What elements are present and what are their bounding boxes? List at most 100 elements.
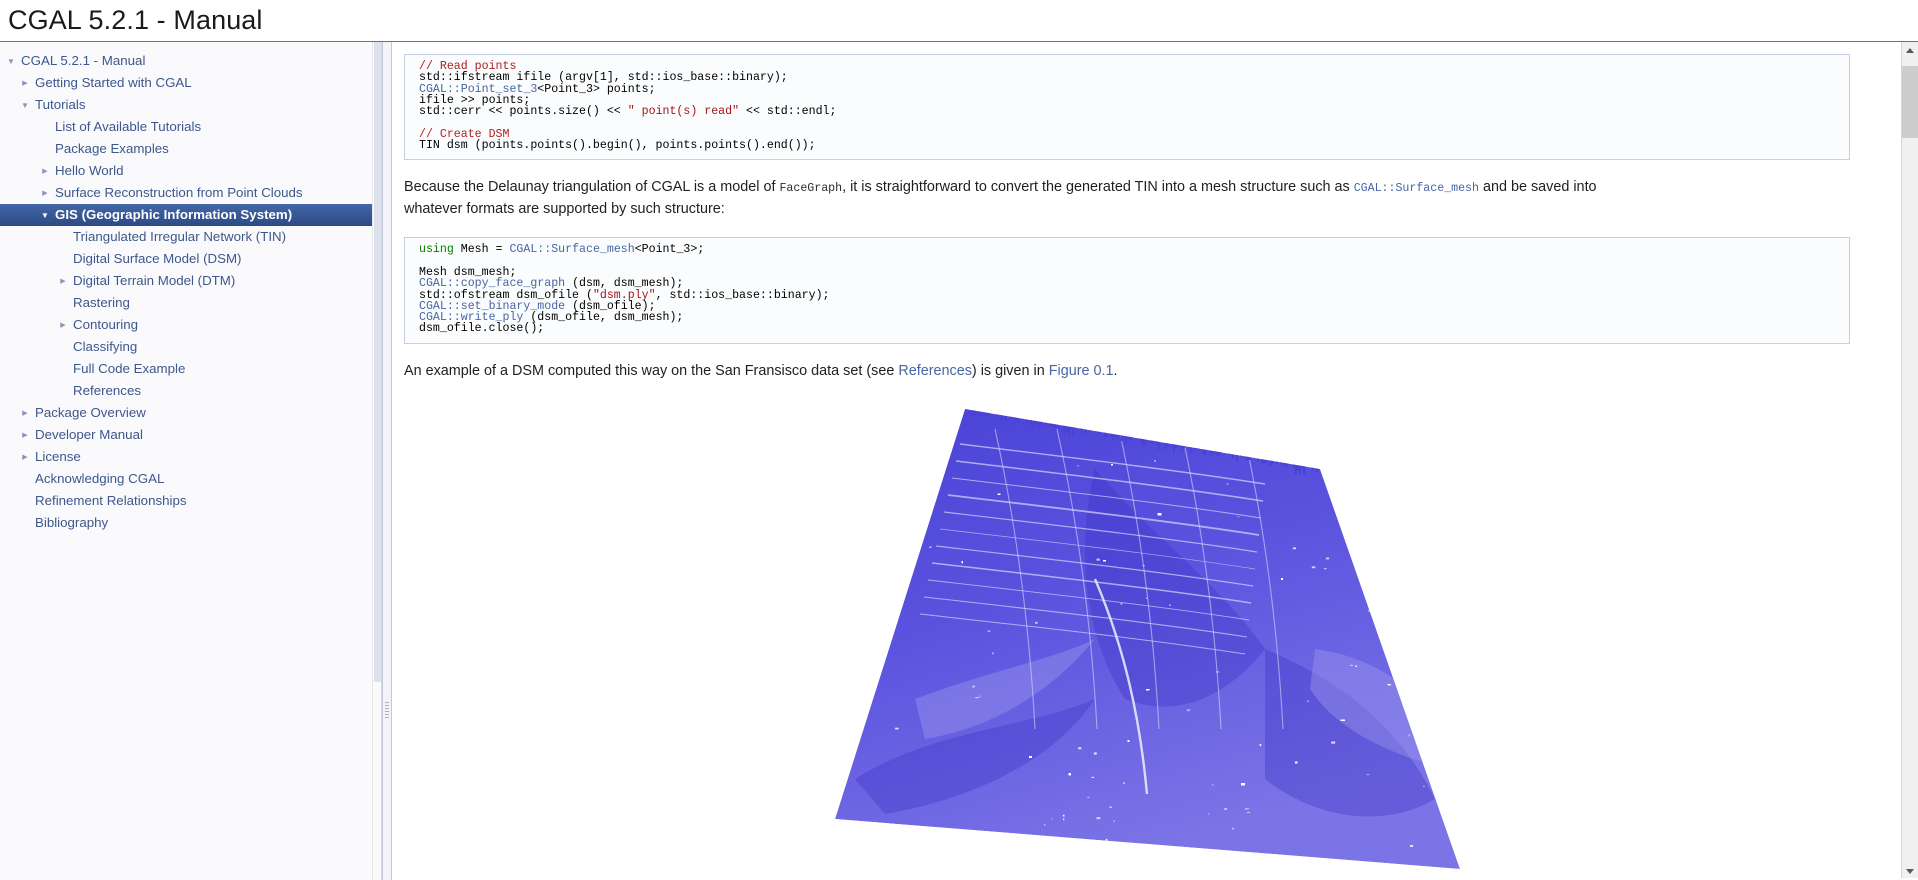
- page-title: CGAL 5.2.1 - Manual: [8, 5, 263, 35]
- sidebar-item-digital-terrain-model-dtm[interactable]: Digital Terrain Model (DTM): [0, 269, 381, 293]
- sidebar-item-cgal-5-2-1-manual[interactable]: CGAL 5.2.1 - Manual: [0, 50, 381, 73]
- paragraph-2-text-part2: ) is given in: [971, 362, 1049, 379]
- sidebar-item-label: Full Code Example: [73, 361, 186, 376]
- sidebar-item-list-of-available-tutorials[interactable]: List of Available Tutorials: [0, 116, 381, 138]
- sidebar-item-label: Bibliography: [35, 515, 109, 530]
- code-token: <Point_3> points;: [537, 82, 656, 96]
- chevron-right-icon[interactable]: [18, 401, 32, 425]
- sidebar-item-rastering[interactable]: Rastering: [0, 292, 381, 314]
- code-line: CGAL::write_ply (dsm_ofile, dsm_mesh);: [419, 311, 1839, 325]
- paragraph-1-text-part2: , it is straightforward to convert the g…: [842, 179, 1354, 196]
- sidebar-item-label: GIS (Geographic Information System): [55, 207, 293, 222]
- paragraph-2-text-part3: .: [1113, 362, 1118, 379]
- code-token: <Point_3>;: [634, 243, 705, 257]
- sidebar-item-classifying[interactable]: Classifying: [0, 336, 381, 358]
- sidebar-item-bibliography[interactable]: Bibliography: [0, 512, 381, 534]
- chevron-right-icon[interactable]: [18, 423, 32, 447]
- sidebar-item-label: Digital Terrain Model (DTM): [73, 273, 236, 288]
- sidebar-item-surface-reconstruction-from-point-clouds[interactable]: Surface Reconstruction from Point Clouds: [0, 181, 381, 205]
- code-token: " point(s) read": [627, 105, 740, 119]
- sidebar-item-label: Digital Surface Model (DSM): [73, 251, 242, 266]
- sidebar-item-label: License: [35, 449, 81, 464]
- document-content: // Read points std::ifstream ifile (argv[…: [392, 42, 1872, 880]
- sidebar-item-license[interactable]: License: [0, 445, 381, 469]
- code-block-surface-mesh-export: using Mesh = CGAL::Surface_mesh<Point_3>…: [404, 237, 1850, 344]
- sidebar-item-label: Refinement Relationships: [35, 493, 187, 508]
- code-token: << std::endl;: [739, 105, 837, 119]
- sidebar-item-references[interactable]: References: [0, 380, 381, 402]
- sidebar-item-getting-started-with-cgal[interactable]: Getting Started with CGAL: [0, 71, 381, 95]
- sidebar-item-acknowledging-cgal[interactable]: Acknowledging CGAL: [0, 468, 381, 490]
- chevron-down-icon[interactable]: [38, 204, 52, 227]
- scroll-up-arrow-icon[interactable]: [1902, 42, 1918, 59]
- sidebar-item-developer-manual[interactable]: Developer Manual: [0, 423, 381, 447]
- sidebar-item-label: Package Overview: [35, 405, 146, 420]
- page-header: CGAL 5.2.1 - Manual: [0, 0, 1918, 42]
- main-scrollbar-thumb[interactable]: [1902, 66, 1918, 138]
- sidebar-item-package-examples[interactable]: Package Examples: [0, 138, 381, 160]
- paragraph-1-text-part1: Because the Delaunay triangulation of CG…: [404, 179, 780, 196]
- sidebar-item-label: References: [73, 383, 141, 398]
- chevron-right-icon[interactable]: [56, 313, 70, 337]
- sidebar-item-label: Surface Reconstruction from Point Clouds: [55, 185, 303, 200]
- code-line: TIN dsm (points.points().begin(), points…: [419, 139, 1839, 153]
- code-line: CGAL::Point_set_3<Point_3> points;: [419, 82, 1839, 96]
- chevron-right-icon[interactable]: [18, 445, 32, 469]
- sidebar-item-label: Developer Manual: [35, 427, 143, 442]
- sidebar-item-label: Classifying: [73, 339, 138, 354]
- main-vertical-scrollbar[interactable]: [1901, 42, 1918, 880]
- panel-splitter-handle[interactable]: [382, 42, 392, 880]
- sidebar-item-tutorials[interactable]: Tutorials: [0, 94, 381, 117]
- sidebar-item-label: Contouring: [73, 317, 139, 332]
- paragraph-2-text-part1: An example of a DSM computed this way on…: [404, 362, 899, 379]
- inline-code-surface-mesh: CGAL::Surface_mesh: [1353, 182, 1479, 196]
- paragraph-delaunay-facegraph: Because the Delaunay triangulation of CG…: [404, 177, 1619, 220]
- sidebar-navigation-tree: CGAL 5.2.1 - Manual Getting Started with …: [0, 42, 382, 880]
- sidebar-item-triangulated-irregular-network-tin[interactable]: Triangulated Irregular Network (TIN): [0, 226, 381, 248]
- sidebar-item-label: CGAL 5.2.1 - Manual: [21, 53, 146, 68]
- paragraph-dsm-example: An example of a DSM computed this way on…: [404, 361, 1619, 382]
- code-block-read-points: // Read points std::ifstream ifile (argv[…: [404, 54, 1850, 161]
- chevron-right-icon[interactable]: [38, 159, 52, 183]
- code-token: TIN dsm (points.points().begin(), points…: [419, 139, 816, 153]
- sidebar-item-label: Getting Started with CGAL: [35, 75, 192, 90]
- sidebar-scrollbar[interactable]: [372, 42, 381, 880]
- sidebar-scrollbar-thumb[interactable]: [374, 42, 381, 682]
- code-token: (dsm_ofile, dsm_mesh);: [523, 311, 684, 325]
- sidebar-item-label: Acknowledging CGAL: [35, 471, 165, 486]
- content-area: // Read points std::ifstream ifile (argv[…: [392, 42, 1918, 880]
- splitter-grip-icon: [385, 702, 389, 720]
- chevron-right-icon[interactable]: [56, 269, 70, 293]
- sidebar-item-full-code-example[interactable]: Full Code Example: [0, 358, 381, 380]
- sidebar-item-refinement-relationships[interactable]: Refinement Relationships: [0, 490, 381, 512]
- code-token: std::cerr << points.size() <<: [419, 105, 628, 119]
- sidebar-item-package-overview[interactable]: Package Overview: [0, 401, 381, 425]
- sidebar-item-hello-world[interactable]: Hello World: [0, 159, 381, 183]
- link-references[interactable]: References: [898, 363, 972, 379]
- sidebar-item-label: Tutorials: [35, 97, 86, 112]
- chevron-right-icon[interactable]: [38, 181, 52, 205]
- code-line: dsm_ofile.close();: [419, 323, 1839, 335]
- code-token: Mesh =: [453, 243, 510, 257]
- sidebar-item-label: Rastering: [73, 295, 130, 310]
- link-figure-0-1[interactable]: Figure 0.1: [1049, 363, 1114, 379]
- code-token: , std::ios_base::binary);: [655, 288, 830, 302]
- code-line: using Mesh = CGAL::Surface_mesh<Point_3>…: [419, 243, 1839, 257]
- figure-dsm-san-francisco: [404, 398, 1850, 880]
- body-split: CGAL 5.2.1 - Manual Getting Started with …: [0, 42, 1918, 880]
- sidebar-item-label: Triangulated Irregular Network (TIN): [73, 229, 287, 244]
- sidebar-item-gis-geographic-information-system[interactable]: GIS (Geographic Information System): [0, 204, 381, 227]
- code-token: CGAL::Surface_mesh: [509, 243, 635, 257]
- sidebar-item-contouring[interactable]: Contouring: [0, 313, 381, 337]
- chevron-right-icon[interactable]: [18, 71, 32, 95]
- code-line: std::cerr << points.size() << " point(s)…: [419, 105, 1839, 119]
- nav-tree: CGAL 5.2.1 - Manual Getting Started with …: [0, 42, 381, 534]
- chevron-down-icon[interactable]: [4, 50, 18, 73]
- sidebar-item-label: Package Examples: [55, 141, 169, 156]
- inline-code-facegraph: FaceGraph: [779, 182, 843, 196]
- mesh-visualization-image: [794, 398, 1460, 880]
- sidebar-item-digital-surface-model-dsm[interactable]: Digital Surface Model (DSM): [0, 248, 381, 270]
- chevron-down-icon[interactable]: [18, 94, 32, 117]
